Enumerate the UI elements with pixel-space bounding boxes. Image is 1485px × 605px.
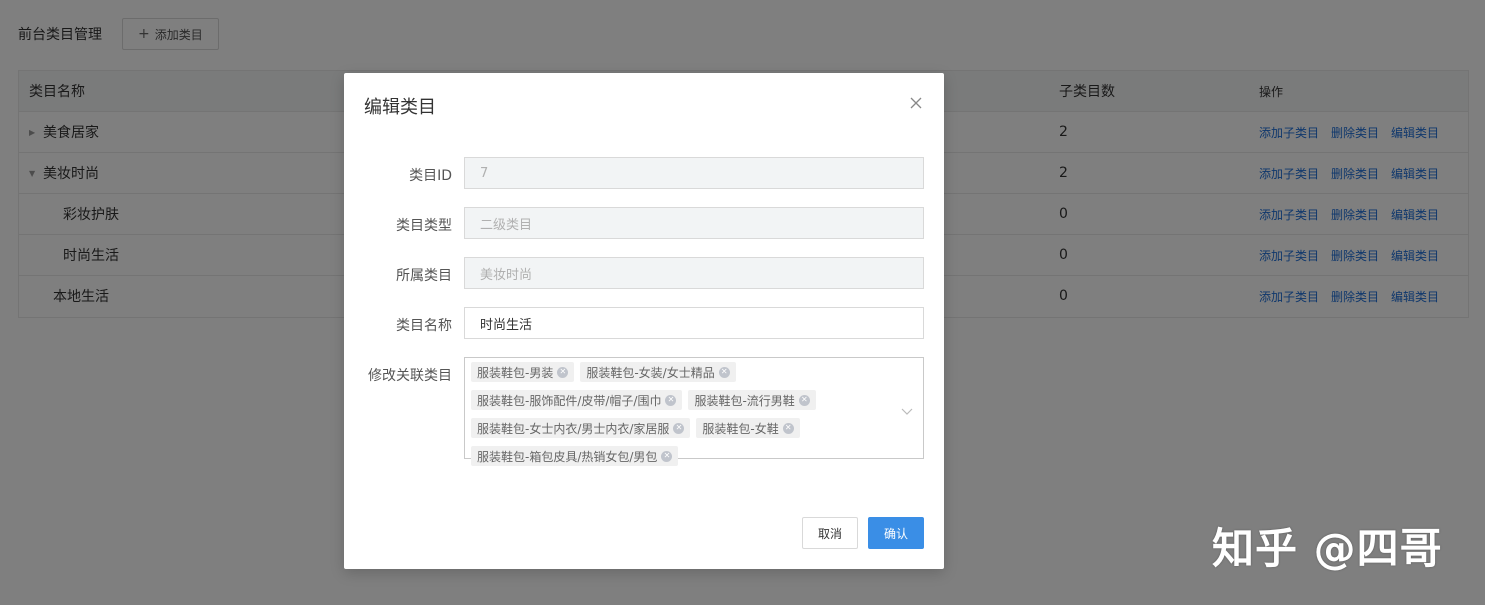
tag: 服装鞋包-女鞋 ✕ bbox=[696, 418, 800, 438]
dialog-title: 编辑类目 bbox=[364, 97, 436, 118]
tag-remove-icon[interactable]: ✕ bbox=[782, 422, 794, 434]
edit-category-dialog: 编辑类目 类目ID 7 类目类型 二级类目 所属类目 美妆时尚 类目名称 时尚生… bbox=[344, 73, 944, 569]
category-name-label: 类目名称 bbox=[396, 318, 452, 334]
category-type-label: 类目类型 bbox=[396, 218, 452, 234]
related-category-label: 修改关联类目 bbox=[368, 368, 452, 384]
chevron-down-icon[interactable] bbox=[901, 402, 913, 415]
tag: 服装鞋包-男装 ✕ bbox=[471, 362, 575, 382]
tag-remove-icon[interactable]: ✕ bbox=[665, 394, 677, 406]
cancel-button[interactable]: 取消 bbox=[802, 517, 858, 549]
parent-category-input: 美妆时尚 bbox=[464, 257, 924, 289]
close-icon[interactable] bbox=[908, 95, 924, 111]
tag: 服装鞋包-流行男鞋 ✕ bbox=[688, 390, 816, 410]
tag: 服装鞋包-箱包皮具/热销女包/男包 ✕ bbox=[471, 446, 679, 466]
watermark: 知乎 @四哥 bbox=[1212, 524, 1443, 573]
tag-remove-icon[interactable]: ✕ bbox=[798, 394, 810, 406]
tag: 服装鞋包-女装/女士精品 ✕ bbox=[580, 362, 736, 382]
confirm-button[interactable]: 确认 bbox=[868, 517, 924, 549]
category-type-input: 二级类目 bbox=[464, 207, 924, 239]
category-id-input: 7 bbox=[464, 157, 924, 189]
tag: 服装鞋包-女士内衣/男士内衣/家居服 ✕ bbox=[471, 418, 691, 438]
category-id-label: 类目ID bbox=[409, 168, 452, 184]
related-category-select[interactable]: 服装鞋包-男装 ✕ 服装鞋包-女装/女士精品 ✕ 服装鞋包-服饰配件/皮带/帽子/围… bbox=[464, 357, 924, 466]
tag-remove-icon[interactable]: ✕ bbox=[718, 366, 730, 378]
tag-remove-icon[interactable]: ✕ bbox=[661, 450, 673, 462]
tag-remove-icon[interactable]: ✕ bbox=[673, 422, 685, 434]
category-name-input[interactable]: 时尚生活 bbox=[464, 307, 924, 339]
tag-remove-icon[interactable]: ✕ bbox=[557, 366, 569, 378]
tag: 服装鞋包-服饰配件/皮带/帽子/围巾 ✕ bbox=[471, 390, 683, 410]
parent-category-label: 所属类目 bbox=[396, 268, 452, 284]
